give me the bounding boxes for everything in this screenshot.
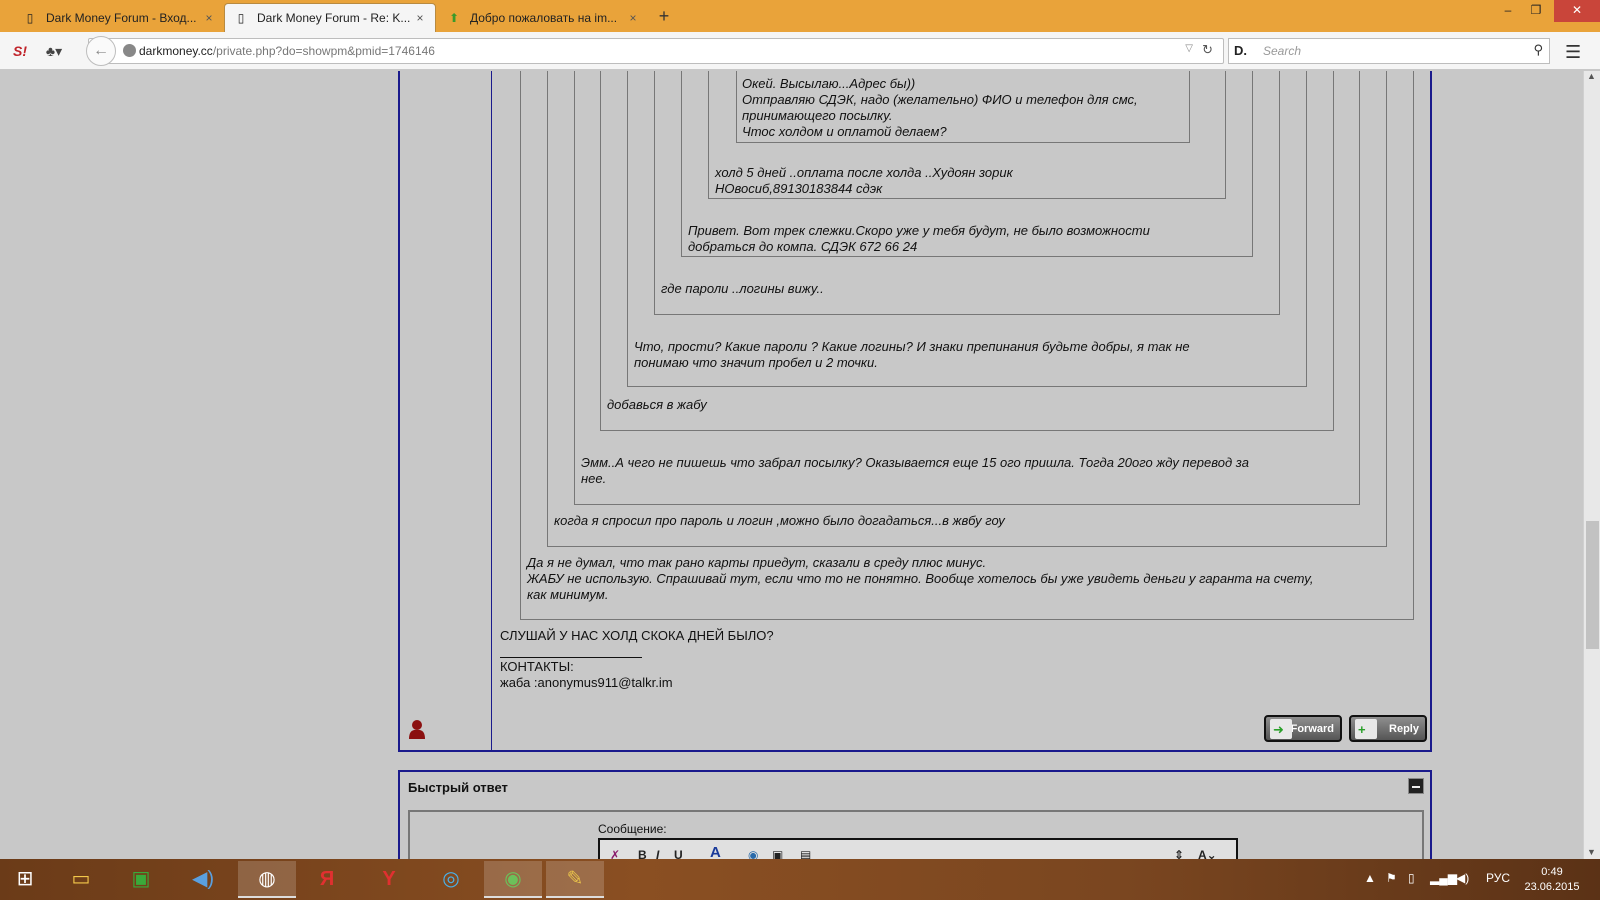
- font-size-icon[interactable]: A⌄: [1198, 848, 1217, 859]
- green-arrow-favicon-icon: ⬆: [448, 10, 460, 25]
- forum-favicon-icon: ▯: [237, 11, 245, 25]
- post-author-column: [400, 71, 492, 750]
- quote-text: когда я спросил про пароль и логин ,можн…: [554, 513, 1005, 528]
- quick-reply-panel: Быстрый ответ Сообщение: ✗ B I U A ◉ ▣ ▤…: [398, 770, 1432, 859]
- vertical-scrollbar[interactable]: ▲ ▼: [1583, 71, 1600, 859]
- close-window-button[interactable]: ✕: [1554, 0, 1600, 22]
- underline-icon[interactable]: U: [674, 848, 683, 859]
- hamburger-menu-icon[interactable]: ☰: [1565, 42, 1581, 63]
- quote-text: Привет. Вот трек слежки.Скоро уже у тебя…: [688, 223, 1150, 254]
- scroll-up-icon[interactable]: ▲: [1587, 71, 1596, 81]
- message-label: Сообщение:: [598, 822, 667, 836]
- close-tab-icon[interactable]: ×: [202, 11, 216, 25]
- quote-text: Окей. Высылаю...Адрес бы)) Отправляю СДЭ…: [742, 76, 1138, 139]
- clock-time: 0:49: [1541, 866, 1563, 878]
- network-app-icon[interactable]: ◎: [422, 861, 480, 898]
- url-text[interactable]: darkmoney.cc/private.php?do=showpm&pmid=…: [139, 44, 435, 58]
- reply-label: Reply: [1389, 722, 1419, 735]
- insert-quote-icon[interactable]: ▤: [800, 848, 811, 859]
- quote-text: Эмм..А чего не пишешь что забрал посылку…: [581, 455, 1249, 486]
- user-status-icon: [409, 720, 425, 739]
- maximize-button[interactable]: ❐: [1522, 0, 1550, 22]
- network-signal-icon[interactable]: ▂▄▆: [1430, 871, 1457, 885]
- quick-reply-form: Сообщение: ✗ B I U A ◉ ▣ ▤ ⇕ A⌄: [408, 810, 1424, 859]
- page-content: Окей. Высылаю...Адрес бы)) Отправляю СДЭ…: [0, 71, 1583, 859]
- forward-button[interactable]: ➜ Forward: [1264, 715, 1342, 742]
- search-engine-icon[interactable]: D.: [1234, 43, 1247, 58]
- search-input[interactable]: Search: [1263, 44, 1301, 58]
- signature-divider: [500, 657, 642, 658]
- quote-text: холд 5 дней ..оплата после холда ..Худоя…: [715, 165, 1013, 196]
- message-editor[interactable]: ✗ B I U A ◉ ▣ ▤ ⇕ A⌄: [598, 838, 1238, 859]
- yandex-icon[interactable]: Я: [298, 861, 356, 898]
- flag-icon[interactable]: ⚑: [1386, 871, 1397, 885]
- back-button[interactable]: ←: [86, 36, 116, 66]
- remove-format-icon[interactable]: ✗: [610, 848, 620, 859]
- clock-date: 23.06.2015: [1524, 881, 1580, 893]
- back-arrow-icon: ←: [93, 42, 109, 59]
- browser-tab-3[interactable]: ⬆ Добро пожаловать на im... ×: [438, 3, 648, 32]
- tor-browser-icon[interactable]: ◉: [484, 861, 542, 898]
- store-icon[interactable]: ▣: [112, 861, 170, 898]
- search-icon[interactable]: ⚲: [1533, 42, 1543, 58]
- onion-menu-icon[interactable]: ♣▾: [44, 41, 64, 61]
- reply-button[interactable]: + Reply: [1349, 715, 1427, 742]
- url-path: /private.php?do=showpm&pmid=1746146: [212, 44, 435, 58]
- bold-icon[interactable]: B: [638, 848, 647, 859]
- tab-title: Dark Money Forum - Вход...: [46, 10, 197, 25]
- yandex-browser-icon[interactable]: Y: [360, 861, 418, 898]
- tab-strip: ▯ Dark Money Forum - Вход... × ▯ Dark Mo…: [0, 0, 1600, 32]
- quick-reply-title: Быстрый ответ: [408, 780, 508, 795]
- browser-tab-1[interactable]: ▯ Dark Money Forum - Вход... ×: [14, 3, 224, 32]
- font-color-icon[interactable]: A: [710, 844, 721, 859]
- reply-icon: +: [1355, 719, 1377, 739]
- address-bar[interactable]: darkmoney.cc/private.php?do=showpm&pmid=…: [88, 38, 1224, 64]
- battery-icon[interactable]: ▯: [1408, 871, 1415, 885]
- speaker-app-icon[interactable]: ◀): [174, 861, 232, 898]
- forum-favicon-icon: ▯: [26, 10, 34, 25]
- message-text: СЛУШАЙ У НАС ХОЛД СКОКА ДНЕЙ БЫЛО?: [500, 628, 774, 643]
- volume-icon[interactable]: ◀): [1456, 871, 1469, 885]
- insert-image-icon[interactable]: ▣: [772, 848, 783, 859]
- site-identity-icon[interactable]: [123, 44, 136, 57]
- system-clock[interactable]: 0:49 23.06.2015: [1520, 865, 1584, 895]
- collapse-toggle-icon[interactable]: [1408, 778, 1424, 794]
- search-box[interactable]: D. Search ⚲: [1228, 38, 1550, 64]
- url-host: darkmoney.cc: [139, 44, 213, 58]
- insert-link-icon[interactable]: ◉: [748, 848, 758, 859]
- minimize-button[interactable]: –: [1494, 0, 1522, 22]
- scrollbar-thumb[interactable]: [1586, 521, 1599, 649]
- quote-text: Что, прости? Какие пароли ? Какие логины…: [634, 339, 1190, 370]
- navigation-bar: S! ♣▾ darkmoney.cc/private.php?do=showpm…: [0, 32, 1600, 70]
- quote-text: где пароли ..логины вижу..: [661, 281, 824, 296]
- reload-icon[interactable]: ↻: [1202, 42, 1213, 58]
- quote-text: добавься в жабу: [607, 397, 707, 412]
- forward-label: Forward: [1290, 722, 1334, 735]
- private-message-post: Окей. Высылаю...Адрес бы)) Отправляю СДЭ…: [398, 71, 1432, 752]
- quote-text: Да я не думал, что так рано карты приеду…: [527, 555, 1314, 602]
- url-history-dropdown-icon[interactable]: ▽: [1185, 43, 1193, 54]
- file-explorer-icon[interactable]: ▭: [52, 861, 110, 898]
- close-tab-icon[interactable]: ×: [413, 11, 427, 25]
- browser-tab-2[interactable]: ▯ Dark Money Forum - Re: K... ×: [224, 3, 436, 32]
- sputnik-icon[interactable]: S!: [10, 41, 30, 61]
- signature-text: КОНТАКТЫ: жаба :anonymus911@talkr.im: [500, 659, 673, 690]
- show-hidden-icons-icon[interactable]: ▲: [1364, 871, 1376, 885]
- new-tab-button[interactable]: +: [654, 6, 674, 27]
- windows-taskbar: ⊞ ▭ ▣ ◀) ◍ Я Y ◎ ◉ ✎ ▲ ⚑ ▯ ▂▄▆ ◀) РУС 0:…: [0, 859, 1600, 900]
- tab-title: Dark Money Forum - Re: K...: [257, 11, 411, 25]
- chrome-icon[interactable]: ◍: [238, 861, 296, 898]
- paint-icon[interactable]: ✎: [546, 861, 604, 898]
- forward-icon: ➜: [1270, 719, 1292, 739]
- scroll-down-icon[interactable]: ▼: [1587, 847, 1596, 857]
- italic-icon[interactable]: I: [656, 848, 659, 859]
- input-language[interactable]: РУС: [1486, 871, 1510, 885]
- tab-title: Добро пожаловать на im...: [470, 10, 618, 25]
- resize-icon[interactable]: ⇕: [1174, 848, 1184, 859]
- close-tab-icon[interactable]: ×: [626, 11, 640, 25]
- start-windows-icon[interactable]: ⊞: [0, 861, 50, 898]
